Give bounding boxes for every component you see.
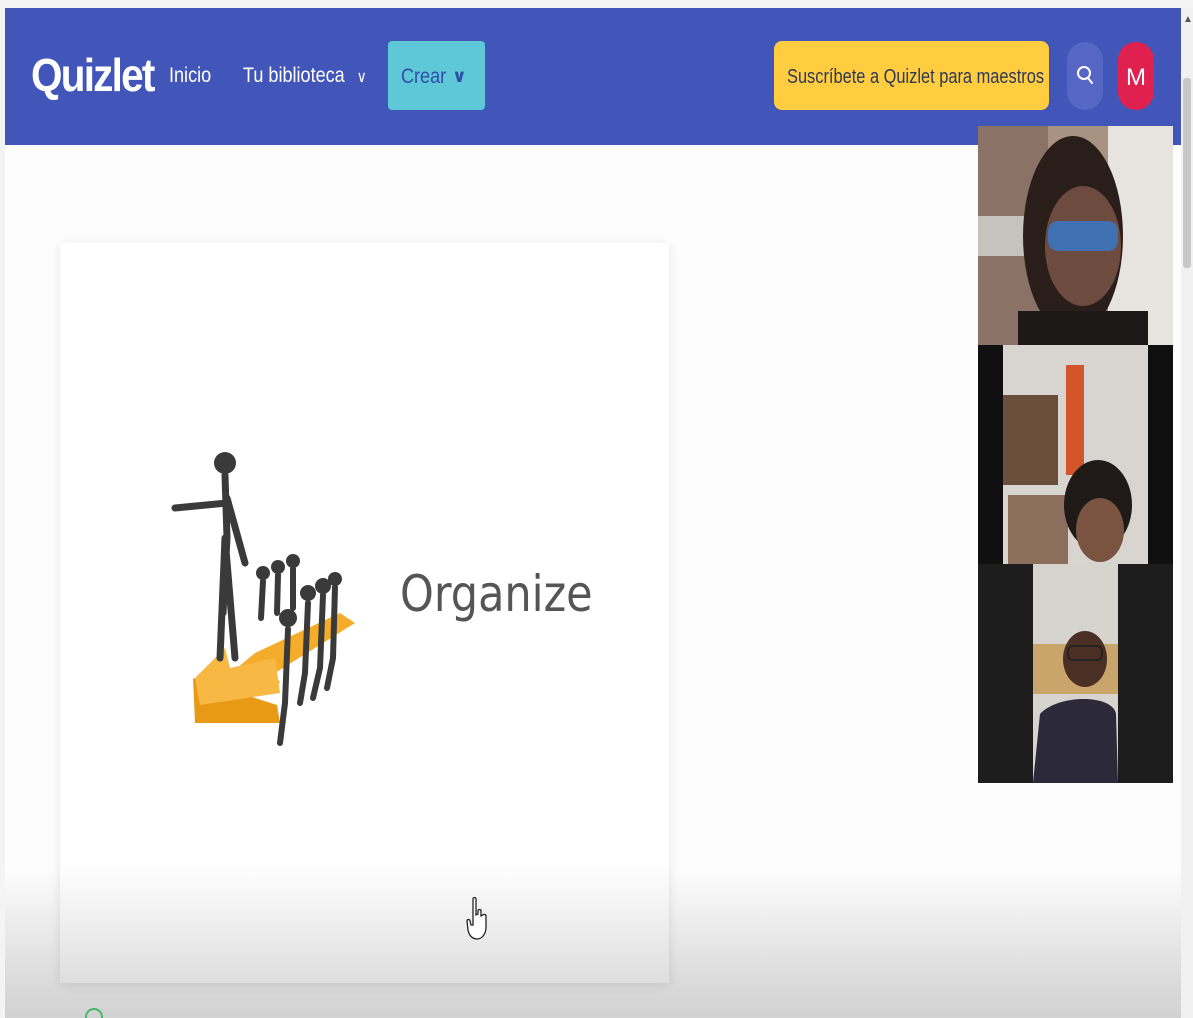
video-tile-participant-2[interactable] [978,345,1173,564]
chevron-down-icon: ∨ [452,66,467,86]
chevron-down-icon: ∨ [356,69,367,86]
nav-home-label: Inicio [169,64,212,87]
scrollbar-thumb[interactable] [1183,78,1191,268]
avatar-initial: M [1126,64,1146,91]
leader-arrow-illustration [171,452,355,746]
video-call-panel [978,126,1173,783]
create-button[interactable]: Crear ∨ [388,41,485,110]
subscribe-teachers-button[interactable]: Suscríbete a Quizlet para maestros [774,41,1049,110]
search-button[interactable] [1067,42,1103,110]
quizlet-logo[interactable]: Quizlet [31,48,155,102]
user-avatar[interactable]: M [1118,42,1154,110]
page-scrollbar[interactable]: ▲ [1181,8,1193,1018]
screen: Quizlet Inicio Tu biblioteca ∨ Crear ∨ S… [0,0,1193,1018]
nav-library-dropdown[interactable]: Tu biblioteca ∨ [243,64,367,88]
scroll-up-arrow-icon[interactable]: ▲ [1183,14,1193,25]
hand-pointer-icon [466,897,487,940]
create-button-label: Crear [401,65,447,88]
flashcard-term: Organize [400,565,593,623]
flashcard[interactable]: Organize [60,243,669,983]
video-tile-participant-1[interactable] [978,126,1173,345]
card-fade-overlay [60,863,669,983]
nav-home-link[interactable]: Inicio [169,64,211,88]
video-tile-participant-3[interactable] [978,564,1173,783]
nav-library-label: Tu biblioteca [243,64,345,87]
subscribe-button-label: Suscríbete a Quizlet para maestros [787,66,1045,88]
search-icon [1077,66,1093,84]
top-navigation-bar: Quizlet Inicio Tu biblioteca ∨ Crear ∨ S… [5,8,1181,145]
